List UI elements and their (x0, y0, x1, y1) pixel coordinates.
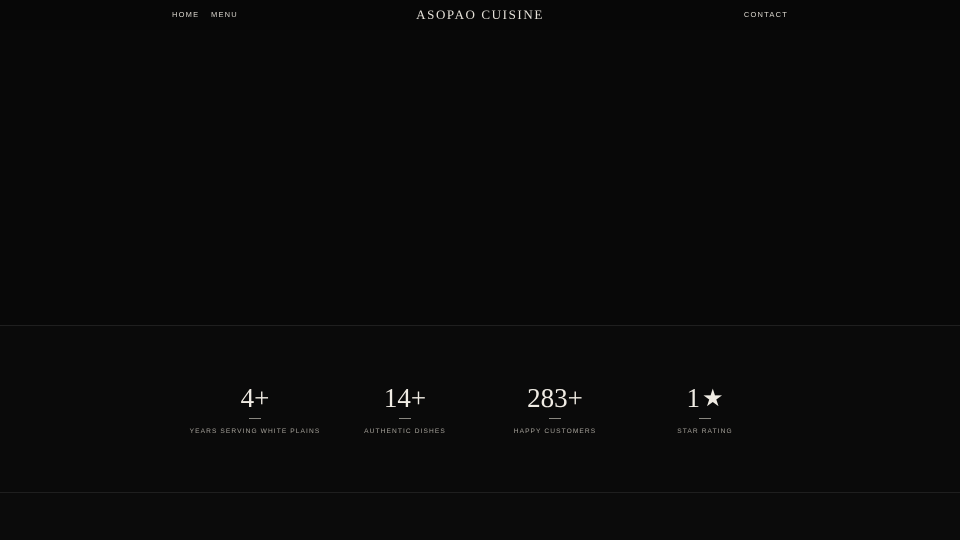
stat-rating: 1★ STAR RATING (630, 378, 780, 435)
brand-logo-text[interactable]: ASOPAO CUISINE (0, 7, 960, 23)
stat-customers: 283+ HAPPY CUSTOMERS (480, 378, 630, 435)
stat-value: 283+ (527, 383, 583, 413)
stat-label: AUTHENTIC DISHES (364, 428, 446, 435)
stat-value: 14+ (383, 383, 427, 413)
nav-contact-link[interactable]: CONTACT (744, 10, 788, 19)
stat-value: 1 (686, 383, 700, 413)
stat-label: YEARS SERVING WHITE PLAINS (189, 428, 321, 435)
stat-label: HAPPY CUSTOMERS (513, 428, 597, 435)
stat-years: 4+ YEARS SERVING WHITE PLAINS (180, 378, 330, 435)
top-nav: HOME MENU ASOPAO CUISINE CONTACT (0, 0, 960, 30)
stat-value: 4+ (240, 383, 270, 413)
stat-label: STAR RATING (677, 428, 733, 435)
hero-section (0, 30, 960, 325)
stat-rule (699, 418, 711, 419)
bottom-section (0, 493, 960, 540)
stats-section: 4+ YEARS SERVING WHITE PLAINS 14+ AUTHEN… (0, 326, 960, 492)
stat-rule (399, 418, 411, 419)
stat-value-wrapper: 1★ (630, 378, 780, 418)
star-icon: ★ (701, 384, 724, 412)
stat-rule (249, 418, 261, 419)
stat-dishes: 14+ AUTHENTIC DISHES (330, 378, 480, 435)
stat-rule (549, 418, 561, 419)
